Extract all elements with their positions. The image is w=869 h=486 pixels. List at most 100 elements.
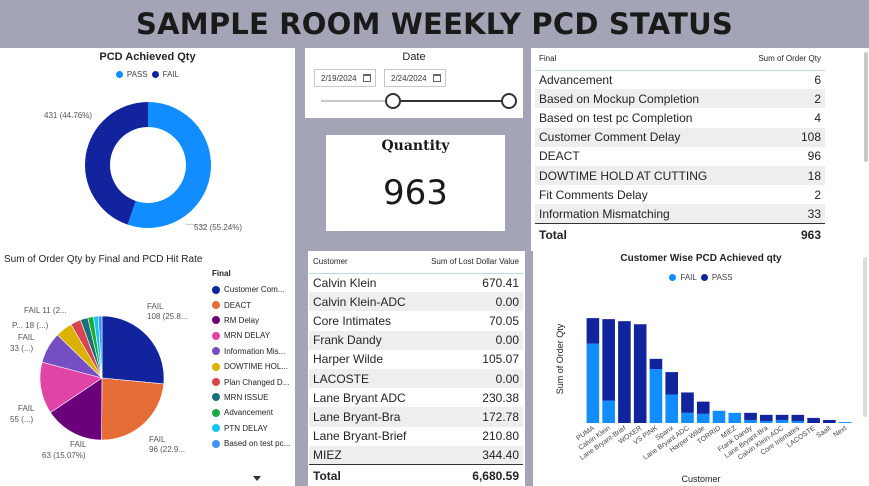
final-table: Final Sum of Order Qty Advancement 6 Based… xyxy=(535,48,825,246)
table-row[interactable]: Calvin Klein-ADC 0.00 xyxy=(309,292,523,312)
column-header-customer[interactable]: Customer xyxy=(309,251,419,274)
bar-segment-pass[interactable] xyxy=(649,358,663,370)
table-row[interactable]: Lane Bryant-Bra 172.78 xyxy=(309,407,523,427)
pie-slice[interactable] xyxy=(101,377,165,441)
legend-label: DEACT xyxy=(224,300,252,310)
bar-segment-pass[interactable] xyxy=(618,321,631,423)
date-slicer[interactable]: Date 2/19/2024 2/24/2024 xyxy=(305,48,523,118)
x-tick-label: Next xyxy=(832,425,848,439)
column-header-final[interactable]: Final xyxy=(535,48,742,71)
table-row[interactable]: Based on test pc Completion 4 xyxy=(535,108,825,127)
pie-legend-item[interactable]: MRN DELAY xyxy=(212,328,295,343)
pie-legend-item[interactable]: Plan Changed D... xyxy=(212,374,295,389)
bar-segment-fail[interactable] xyxy=(775,419,789,423)
date-slicer-title: Date xyxy=(402,51,426,63)
pie-legend-item[interactable]: DEACT xyxy=(212,297,295,312)
bar-segment-fail[interactable] xyxy=(728,412,742,423)
bar-segment-pass[interactable] xyxy=(759,414,773,421)
bar-segment-fail[interactable] xyxy=(791,420,805,423)
final-name-cell: Information Mismatching xyxy=(535,204,742,224)
final-value-cell: 2 xyxy=(741,89,825,109)
legend-label: Based on test pc... xyxy=(224,439,291,449)
bar-segment-fail[interactable] xyxy=(759,420,773,423)
bar-segment-pass[interactable] xyxy=(586,318,600,344)
start-date-input[interactable]: 2/19/2024 xyxy=(314,69,376,87)
customer-value-cell: 344.40 xyxy=(418,445,523,465)
bar-segment-pass[interactable] xyxy=(823,419,836,423)
bar-segment-fail[interactable] xyxy=(712,410,726,423)
report-header: SAMPLE ROOM WEEKLY PCD STATUS xyxy=(0,0,869,47)
pie-legend-item[interactable]: Customer Com... xyxy=(212,282,295,297)
bar-segment-pass[interactable] xyxy=(775,414,789,420)
donut-pass-data-label: 532 (55.24%) xyxy=(194,223,242,232)
table-row[interactable]: LACOSTE 0.00 xyxy=(309,368,523,389)
bar-segment-pass[interactable] xyxy=(791,414,805,421)
table-row[interactable]: DEACT 96 xyxy=(535,147,825,166)
table-row[interactable]: Harper Wilde 105.07 xyxy=(309,350,523,369)
pie-legend-item[interactable]: DOWTIME HOL... xyxy=(212,359,295,374)
end-date-input[interactable]: 2/24/2024 xyxy=(384,69,446,87)
table-row[interactable]: Customer Comment Delay 108 xyxy=(535,127,825,147)
quantity-card-value: 963 xyxy=(383,173,448,213)
table-row[interactable]: Information Mismatching 33 xyxy=(535,204,825,224)
total-label: Total xyxy=(535,223,742,246)
table-row[interactable]: Calvin Klein 670.41 xyxy=(309,273,523,292)
customer-name-cell: Frank Dandy xyxy=(309,330,419,350)
calendar-icon[interactable] xyxy=(433,74,441,82)
pie-legend-item[interactable]: Based on test pc... xyxy=(212,436,295,451)
lost-dollar-table[interactable]: Customer Sum of Lost Dollar Value Calvin… xyxy=(308,251,525,486)
pie-label-3a: FAIL xyxy=(70,440,87,449)
table-row[interactable]: MIEZ 344.40 xyxy=(309,445,523,465)
table-row[interactable]: Lane Bryant-Brief 210.80 xyxy=(309,427,523,446)
date-slider-range xyxy=(393,100,509,102)
table-row[interactable]: Core Intimates 70.05 xyxy=(309,311,523,330)
final-order-qty-table[interactable]: Final Sum of Order Qty Advancement 6 Based… xyxy=(531,48,869,251)
pcd-achieved-donut-visual[interactable]: PCD Achieved Qty PASS FAIL 431 (44.76%) … xyxy=(0,48,295,251)
quantity-card[interactable]: Quantity 963 xyxy=(326,135,505,231)
pie-legend-item[interactable]: MRN ISSUE xyxy=(212,390,295,405)
table-row[interactable]: Lane Bryant ADC 230.38 xyxy=(309,388,523,407)
total-value: 6,680.59 xyxy=(418,464,523,486)
bar-segment-fail[interactable] xyxy=(681,412,694,423)
pie-legend: Customer Com... DEACT RM Delay MRN DELAY Inf… xyxy=(212,282,295,451)
table-scrollbar[interactable] xyxy=(864,52,868,162)
order-qty-pie-visual[interactable]: Sum of Order Qty by Final and PCD Hit Ra… xyxy=(0,251,295,486)
bar-segment-fail[interactable] xyxy=(586,343,600,423)
bar-segment-fail[interactable] xyxy=(696,413,710,423)
bar-segment-pass[interactable] xyxy=(681,392,694,413)
table-row[interactable]: Fit Comments Delay 2 xyxy=(535,185,825,204)
legend-dot xyxy=(212,378,220,387)
table-row[interactable]: Advancement 6 xyxy=(535,70,825,89)
bar-segment-fail[interactable] xyxy=(744,419,757,423)
customer-wise-bar-visual[interactable]: Customer Wise PCD Achieved qty FAIL PASS… xyxy=(533,251,869,486)
column-header-sum-order-qty[interactable]: Sum of Order Qty xyxy=(741,48,825,71)
calendar-icon[interactable] xyxy=(363,74,371,82)
pie-legend-item[interactable]: RM Delay xyxy=(212,313,295,328)
bar-segment-fail[interactable] xyxy=(665,394,679,423)
bar-segment-pass[interactable] xyxy=(807,417,820,423)
pie-legend-item[interactable]: PTN DELAY xyxy=(212,421,295,436)
bar-segment-fail[interactable] xyxy=(649,369,663,423)
date-slider-start-handle[interactable] xyxy=(385,93,401,109)
legend-scroll-down-icon[interactable] xyxy=(253,476,261,481)
table-row[interactable]: DOWTIME HOLD AT CUTTING 18 xyxy=(535,165,825,186)
pie-legend-item[interactable]: Information Mis... xyxy=(212,344,295,359)
final-value-cell: 6 xyxy=(814,72,821,87)
pie-slice[interactable] xyxy=(101,315,165,385)
bar-segment-pass[interactable] xyxy=(633,324,647,423)
total-row: Total 963 xyxy=(535,223,825,246)
bar-segment-fail[interactable] xyxy=(602,400,615,423)
table-row[interactable]: Frank Dandy 0.00 xyxy=(309,330,523,350)
bar-segment-pass[interactable] xyxy=(696,401,710,414)
bar-segment-pass[interactable] xyxy=(602,319,615,401)
legend-label: Plan Changed D... xyxy=(224,377,290,387)
end-date-value: 2/24/2024 xyxy=(391,73,427,83)
column-header-lost-dollar[interactable]: Sum of Lost Dollar Value xyxy=(418,251,523,274)
table-row[interactable]: Based on Mockup Completion 2 xyxy=(535,89,825,109)
date-slider-end-handle[interactable] xyxy=(501,93,517,109)
page-scrollbar[interactable] xyxy=(863,257,867,417)
bar-segment-pass[interactable] xyxy=(744,412,757,420)
pie-legend-item[interactable]: Advancement xyxy=(212,405,295,420)
bar-segment-fail[interactable] xyxy=(838,421,852,423)
bar-segment-pass[interactable] xyxy=(665,372,679,395)
